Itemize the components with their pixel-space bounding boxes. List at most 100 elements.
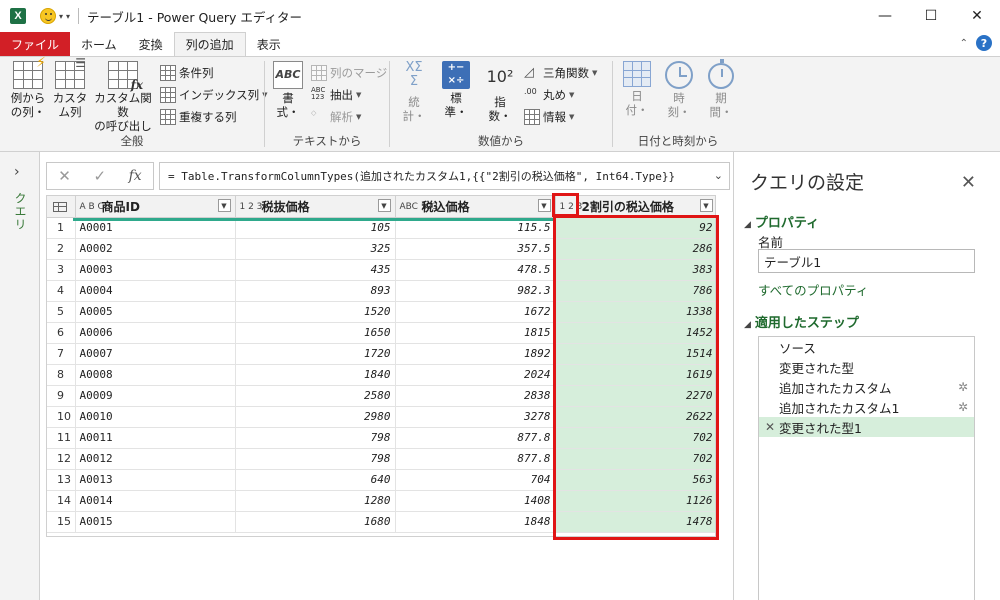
cell-price-incl-tax[interactable]: 704 <box>395 469 556 491</box>
cell-price-excl-tax[interactable]: 1650 <box>235 322 396 344</box>
cell-discounted-price[interactable]: 92 <box>555 217 715 239</box>
cell-price-excl-tax[interactable]: 2980 <box>235 406 396 428</box>
applied-step[interactable]: ソース <box>759 337 974 357</box>
cell-price-incl-tax[interactable]: 982.3 <box>395 280 556 302</box>
cell-product-id[interactable]: A0010 <box>75 406 236 428</box>
cancel-formula-icon[interactable]: ✕ <box>58 167 71 185</box>
cell-product-id[interactable]: A0005 <box>75 301 236 323</box>
table-row[interactable]: 11 A0011 798 877.8 702 <box>47 427 715 449</box>
table-row[interactable]: 14 A0014 1280 1408 1126 <box>47 490 715 512</box>
cell-price-excl-tax[interactable]: 2580 <box>235 385 396 407</box>
table-row[interactable]: 3 A0003 435 478.5 383 <box>47 259 715 281</box>
filter-dropdown-icon[interactable]: ▼ <box>217 199 231 212</box>
custom-column-button[interactable]: ☰ カスタ ム列 <box>52 56 88 119</box>
invoke-custom-function-button[interactable]: fx カスタム関数 の呼び出し <box>92 61 154 133</box>
filter-dropdown-icon[interactable]: ▼ <box>377 199 391 212</box>
time-button[interactable]: 時 刻・ <box>661 61 697 119</box>
date-button[interactable]: 日 付・ <box>619 61 655 117</box>
cell-price-incl-tax[interactable]: 1672 <box>395 301 556 323</box>
table-row[interactable]: 9 A0009 2580 2838 2270 <box>47 385 715 407</box>
qat-dropdown-icon[interactable]: ▾ <box>59 12 63 21</box>
cell-product-id[interactable]: A0012 <box>75 448 236 470</box>
cell-discounted-price[interactable]: 1126 <box>555 490 715 512</box>
type-any-icon[interactable]: ABC 123 <box>400 203 439 212</box>
cell-product-id[interactable]: A0007 <box>75 343 236 365</box>
collapse-ribbon-icon[interactable]: ⌃ <box>960 38 968 49</box>
type-abc-icon[interactable]: A B C <box>80 203 104 212</box>
filter-dropdown-icon[interactable]: ▼ <box>699 199 713 212</box>
tab-add-column[interactable]: 列の追加 <box>173 32 246 56</box>
cell-product-id[interactable]: A0008 <box>75 364 236 386</box>
table-row[interactable]: 8 A0008 1840 2024 1619 <box>47 364 715 386</box>
cell-discounted-price[interactable]: 286 <box>555 238 715 260</box>
cell-price-incl-tax[interactable]: 357.5 <box>395 238 556 260</box>
applied-step[interactable]: 追加されたカスタム ✲ <box>759 377 974 397</box>
cell-discounted-price[interactable]: 786 <box>555 280 715 302</box>
close-settings-icon[interactable]: ✕ <box>961 172 976 193</box>
trigonometry-button[interactable]: ◿ 三角関数 ▼ <box>524 63 597 83</box>
index-column-button[interactable]: インデックス列 ▼ <box>160 85 268 105</box>
parse-button[interactable]: ◇ 解析 ▼ <box>311 107 361 127</box>
type-123-icon[interactable]: 1 2 3 <box>560 203 583 212</box>
cell-price-incl-tax[interactable]: 478.5 <box>395 259 556 281</box>
help-icon[interactable]: ? <box>976 35 992 51</box>
scientific-button[interactable]: 10² 指 数・ <box>482 61 518 124</box>
tab-view[interactable]: 表示 <box>246 32 292 56</box>
cell-discounted-price[interactable]: 1514 <box>555 343 715 365</box>
close-button[interactable]: ✕ <box>954 0 1000 32</box>
cell-price-excl-tax[interactable]: 435 <box>235 259 396 281</box>
table-row[interactable]: 10 A0010 2980 3278 2622 <box>47 406 715 428</box>
cell-product-id[interactable]: A0006 <box>75 322 236 344</box>
maximize-button[interactable]: ☐ <box>908 0 954 32</box>
tab-transform[interactable]: 変換 <box>128 32 174 56</box>
column-header[interactable]: 1 2 3税抜価格 ▼ <box>235 196 396 218</box>
cell-product-id[interactable]: A0009 <box>75 385 236 407</box>
cell-price-excl-tax[interactable]: 1280 <box>235 490 396 512</box>
cell-price-incl-tax[interactable]: 877.8 <box>395 448 556 470</box>
tab-file[interactable]: ファイル <box>0 32 71 56</box>
table-row[interactable]: 13 A0013 640 704 563 <box>47 469 715 491</box>
cell-price-incl-tax[interactable]: 1848 <box>395 511 556 533</box>
type-123-icon[interactable]: 1 2 3 <box>240 203 263 212</box>
format-button[interactable]: ABC 書 式・ <box>271 61 305 119</box>
conditional-column-button[interactable]: 条件列 <box>160 63 214 83</box>
cell-price-excl-tax[interactable]: 1840 <box>235 364 396 386</box>
rounding-button[interactable]: .00 丸め ▼ <box>524 85 574 105</box>
column-header[interactable]: A B C商品ID ▼ <box>75 196 236 218</box>
commit-formula-icon[interactable]: ✓ <box>93 167 106 185</box>
smiley-feedback-icon[interactable] <box>40 8 56 24</box>
cell-discounted-price[interactable]: 1619 <box>555 364 715 386</box>
cell-product-id[interactable]: A0002 <box>75 238 236 260</box>
cell-price-excl-tax[interactable]: 798 <box>235 448 396 470</box>
cell-product-id[interactable]: A0011 <box>75 427 236 449</box>
step-settings-gear-icon[interactable]: ✲ <box>958 400 968 414</box>
cell-discounted-price[interactable]: 702 <box>555 427 715 449</box>
tab-home[interactable]: ホーム <box>70 32 128 56</box>
table-row[interactable]: 7 A0007 1720 1892 1514 <box>47 343 715 365</box>
cell-price-incl-tax[interactable]: 1408 <box>395 490 556 512</box>
cell-discounted-price[interactable]: 383 <box>555 259 715 281</box>
information-button[interactable]: 情報 ▼ <box>524 107 574 127</box>
cell-product-id[interactable]: A0015 <box>75 511 236 533</box>
table-row[interactable]: 2 A0002 325 357.5 286 <box>47 238 715 260</box>
delete-step-icon[interactable]: ✕ <box>765 420 775 434</box>
cell-price-incl-tax[interactable]: 3278 <box>395 406 556 428</box>
duplicate-column-button[interactable]: 重複する列 <box>160 107 237 127</box>
cell-discounted-price[interactable]: 1338 <box>555 301 715 323</box>
applied-step[interactable]: 変更された型 <box>759 357 974 377</box>
step-settings-gear-icon[interactable]: ✲ <box>958 380 968 394</box>
cell-discounted-price[interactable]: 563 <box>555 469 715 491</box>
column-header[interactable]: ABC 123税込価格 ▼ <box>395 196 556 218</box>
cell-discounted-price[interactable]: 1452 <box>555 322 715 344</box>
cell-price-excl-tax[interactable]: 1680 <box>235 511 396 533</box>
table-row[interactable]: 6 A0006 1650 1815 1452 <box>47 322 715 344</box>
cell-price-excl-tax[interactable]: 893 <box>235 280 396 302</box>
table-corner-menu[interactable] <box>47 196 76 218</box>
cell-price-excl-tax[interactable]: 640 <box>235 469 396 491</box>
all-properties-link[interactable]: すべてのプロパティ <box>758 280 868 299</box>
duration-button[interactable]: 期 間・ <box>703 59 739 119</box>
minimize-button[interactable]: — <box>862 0 908 32</box>
query-name-input[interactable]: テーブル1 <box>758 249 975 273</box>
cell-price-excl-tax[interactable]: 1520 <box>235 301 396 323</box>
column-header[interactable]: 1 2 32割引の税込価格 ▼ <box>555 196 715 218</box>
